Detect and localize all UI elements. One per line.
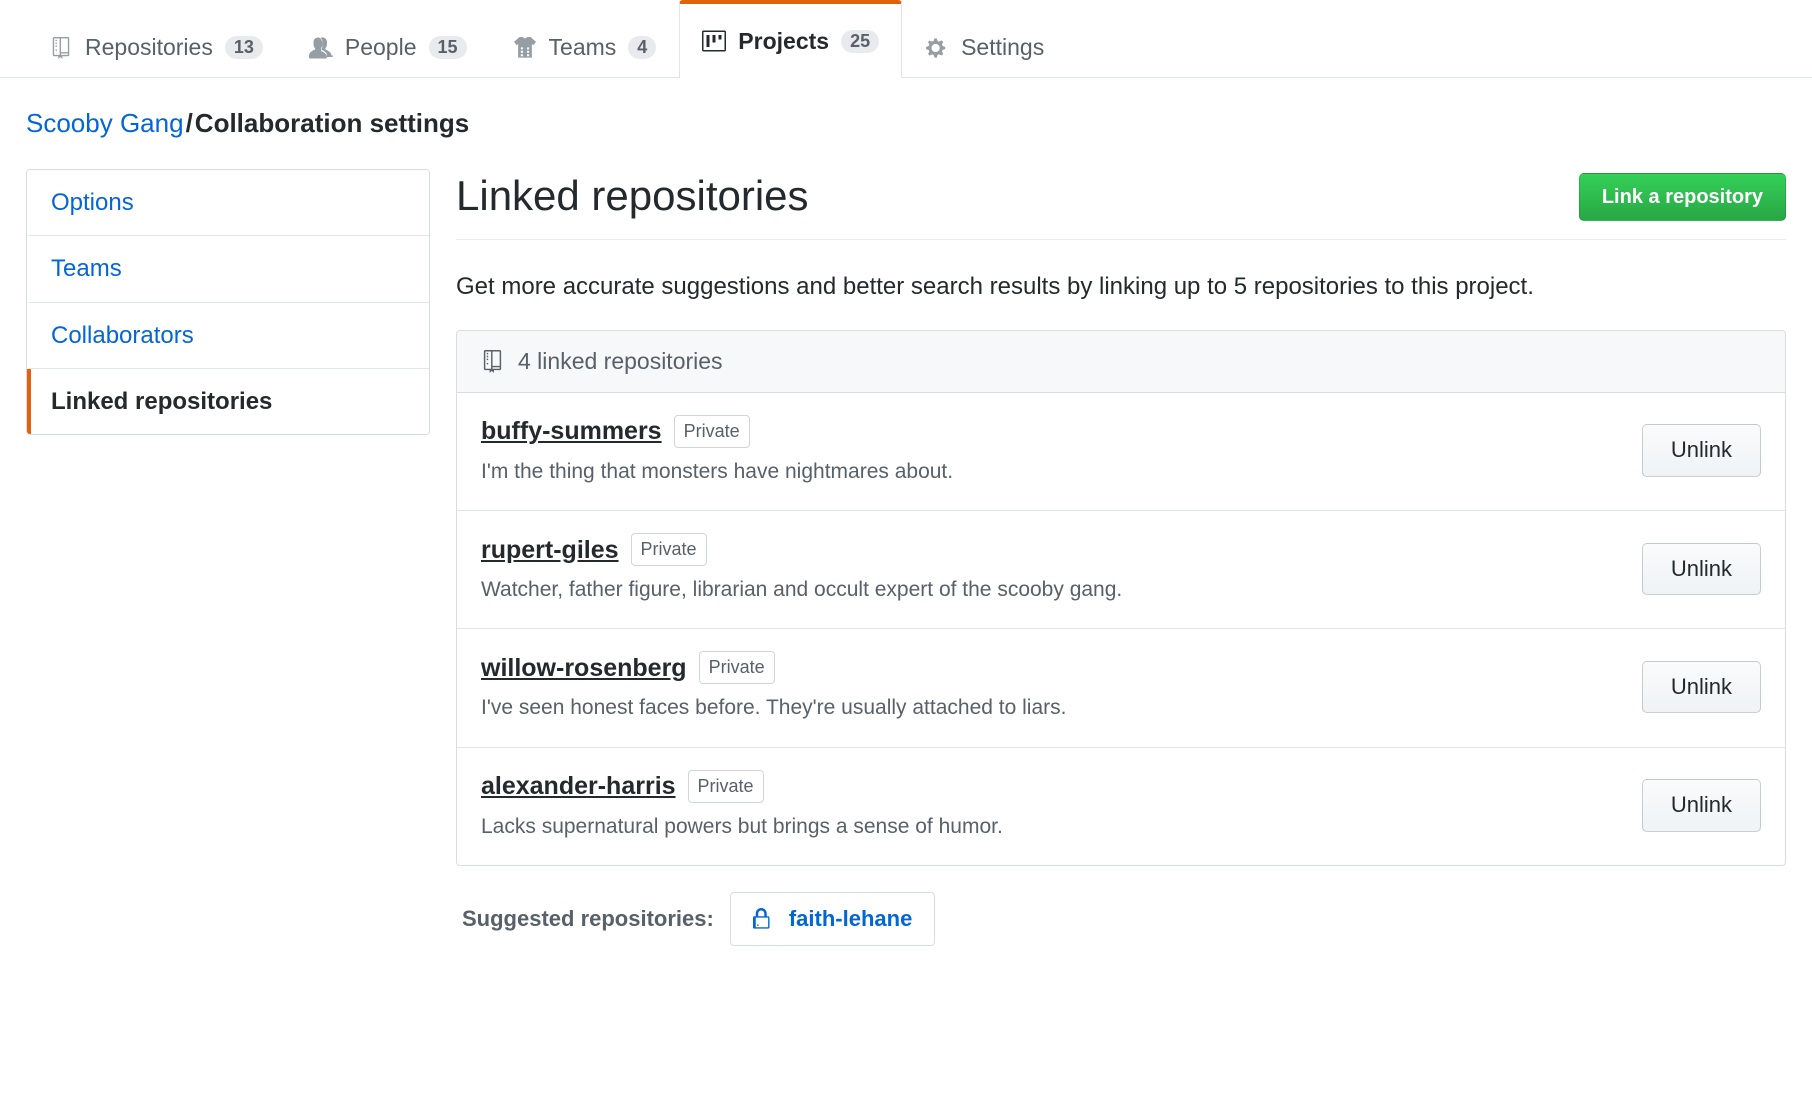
table-row: rupert-giles Private Watcher, father fig… [457,511,1785,629]
repo-description: Watcher, father figure, librarian and oc… [481,576,1122,604]
project-board-icon [702,29,726,53]
status-badge: Private [631,533,707,566]
table-row: buffy-summers Private I'm the thing that… [457,393,1785,511]
status-badge: Private [688,770,764,803]
repo-info: rupert-giles Private Watcher, father fig… [481,533,1122,604]
org-tabnav: Repositories 13 People 15 Teams 4 Projec… [0,0,1812,78]
breadcrumb: Scooby Gang/Collaboration settings [0,78,1812,139]
people-icon [309,36,333,60]
status-badge: Private [699,651,775,684]
tab-repositories[interactable]: Repositories 13 [26,16,286,78]
repo-name[interactable]: willow-rosenberg [481,653,687,683]
tab-label: Projects [738,28,829,55]
linked-repositories-box: 4 linked repositories buffy-summers Priv… [456,330,1786,866]
jersey-icon [513,36,537,60]
repo-nameline: rupert-giles Private [481,533,1122,566]
tab-counter: 13 [225,36,263,59]
sidebar-item-options[interactable]: Options [27,170,429,236]
repo-name[interactable]: buffy-summers [481,416,662,446]
tab-projects[interactable]: Projects 25 [679,0,902,78]
linked-repositories-box-header: 4 linked repositories [457,331,1785,393]
sidebar-item-linked-repositories[interactable]: Linked repositories [27,369,429,434]
repo-name[interactable]: alexander-harris [481,771,676,801]
tab-label: Settings [961,34,1044,61]
unlink-button[interactable]: Unlink [1642,779,1761,831]
tab-label: Repositories [85,34,213,61]
repo-nameline: willow-rosenberg Private [481,651,1066,684]
gear-icon [925,36,949,60]
unlink-button[interactable]: Unlink [1642,543,1761,595]
tab-label: Teams [549,34,617,61]
main-content: Linked repositories Link a repository Ge… [456,169,1786,946]
page-title: Linked repositories [456,173,809,219]
suggested-repositories: Suggested repositories: faith-lehane [456,892,1786,946]
breadcrumb-current: Collaboration settings [195,108,469,138]
repo-info: buffy-summers Private I'm the thing that… [481,415,953,486]
repo-nameline: alexander-harris Private [481,770,1003,803]
repo-description: I've seen honest faces before. They're u… [481,694,1066,722]
repo-icon [481,350,504,373]
tab-settings[interactable]: Settings [902,16,1067,78]
sidebar-item-collaborators[interactable]: Collaborators [27,303,429,369]
page-body: Options Teams Collaborators Linked repos… [0,139,1812,946]
unlink-button[interactable]: Unlink [1642,424,1761,476]
tab-counter: 4 [628,36,656,59]
table-row: willow-rosenberg Private I've seen hones… [457,629,1785,747]
tab-label: People [345,34,417,61]
breadcrumb-org-link[interactable]: Scooby Gang [26,108,184,138]
repo-name[interactable]: rupert-giles [481,535,619,565]
table-row: alexander-harris Private Lacks supernatu… [457,748,1785,865]
suggested-repositories-label: Suggested repositories: [462,906,714,932]
page-description: Get more accurate suggestions and better… [456,270,1786,304]
repo-nameline: buffy-summers Private [481,415,953,448]
status-badge: Private [674,415,750,448]
main-header: Linked repositories Link a repository [456,173,1786,240]
repo-description: I'm the thing that monsters have nightma… [481,458,953,486]
tab-people[interactable]: People 15 [286,16,490,78]
settings-sidebar: Options Teams Collaborators Linked repos… [26,169,430,435]
tab-counter: 25 [841,30,879,53]
repo-description: Lacks supernatural powers but brings a s… [481,813,1003,841]
lock-icon [753,908,775,930]
unlink-button[interactable]: Unlink [1642,661,1761,713]
sidebar-item-teams[interactable]: Teams [27,236,429,302]
link-a-repository-button[interactable]: Link a repository [1579,173,1786,221]
repo-info: willow-rosenberg Private I've seen hones… [481,651,1066,722]
repo-icon [49,36,73,60]
suggested-repository-chip[interactable]: faith-lehane [730,892,935,946]
suggested-repository-name: faith-lehane [789,906,912,932]
linked-repositories-count-text: 4 linked repositories [518,348,723,375]
breadcrumb-separator: / [184,108,195,138]
tab-counter: 15 [429,36,467,59]
repo-info: alexander-harris Private Lacks supernatu… [481,770,1003,841]
tab-teams[interactable]: Teams 4 [490,16,680,78]
